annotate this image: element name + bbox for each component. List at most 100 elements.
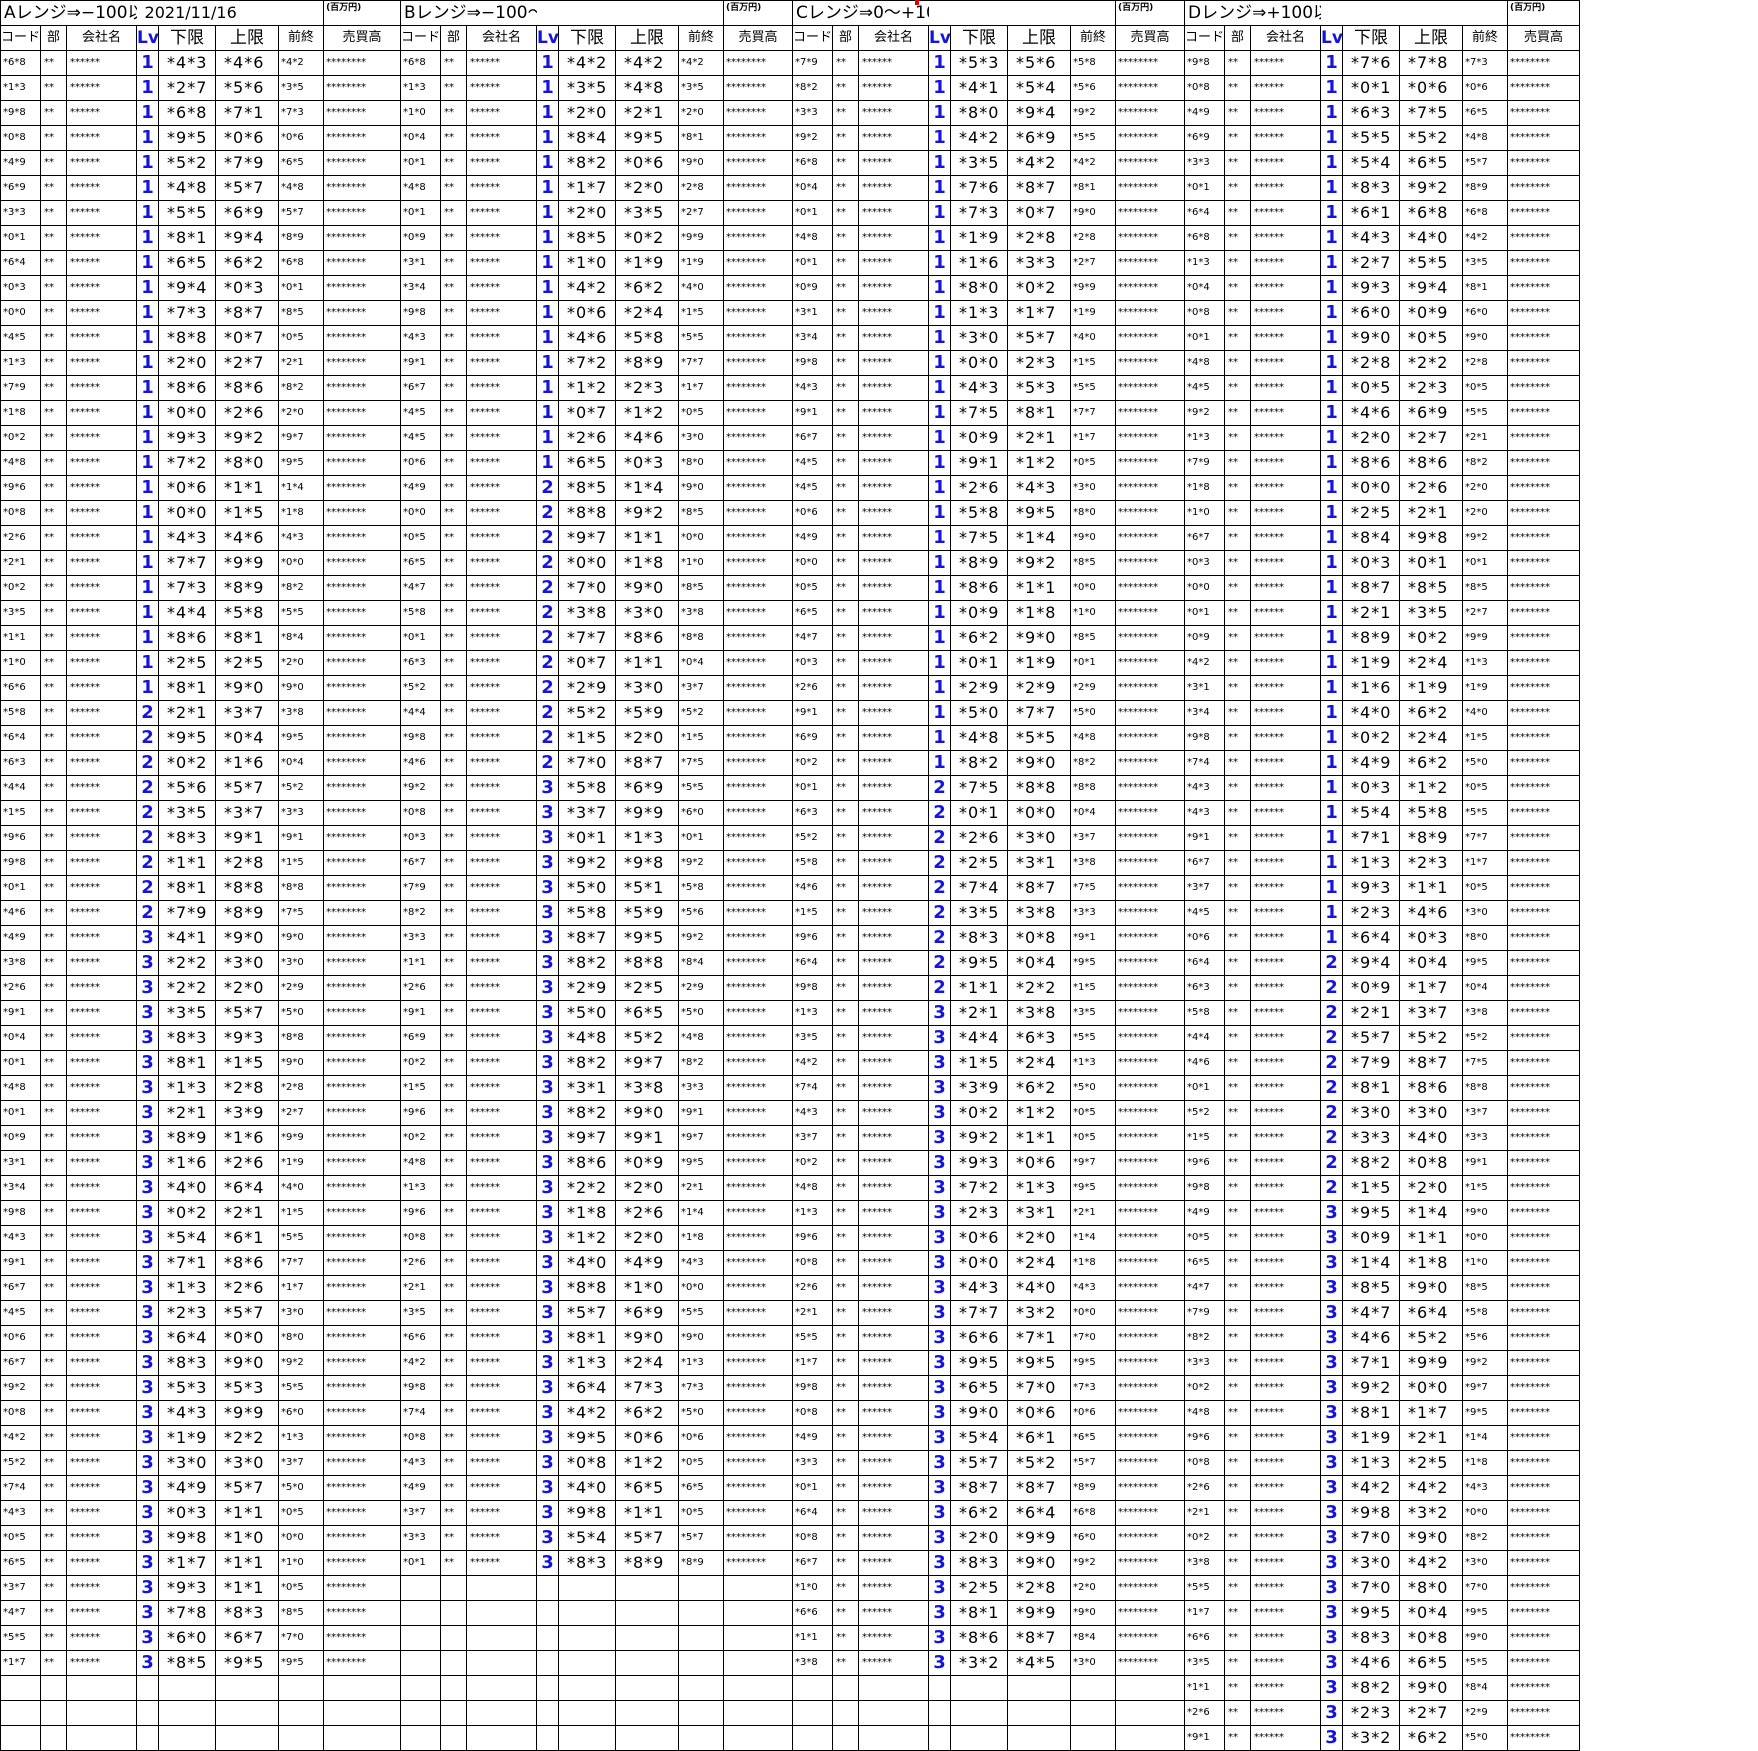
cell-prev: *9*5	[1070, 1175, 1117, 1201]
cell-lv: 1	[928, 575, 952, 601]
cell-lv: 2	[536, 600, 559, 626]
cell-sales	[1115, 1675, 1186, 1701]
table-row: *0*3 ** ****** 3 *0*1 *1*3 *0*1 ********	[400, 825, 793, 851]
cell-sales: ********	[323, 125, 402, 151]
cell-bu: **	[832, 125, 859, 151]
cell-lower: *3*5	[158, 1000, 217, 1026]
cell-sales: ********	[1115, 1500, 1186, 1526]
cell-prev: *2*0	[278, 650, 325, 676]
cell-upper: *9*5	[615, 925, 679, 951]
cell-lower: *1*3	[1342, 850, 1401, 876]
cell-lv: 1	[1320, 550, 1344, 576]
cell-lower: *2*9	[558, 975, 616, 1001]
cell-upper: *1*9	[1399, 675, 1464, 701]
cell-sales: ********	[323, 300, 402, 326]
cell-name: ******	[857, 1450, 930, 1476]
cell-code: *0*9	[400, 225, 441, 251]
cell-upper: *1*8	[615, 550, 679, 576]
cell-code: *4*8	[400, 1150, 441, 1176]
cell-sales: ********	[323, 800, 402, 826]
table-row: *9*8 ** ****** 1 *6*8 *7*1 *7*3 ********	[0, 100, 402, 126]
cell-prev: *6*8	[1070, 1500, 1117, 1526]
cell-upper: *0*4	[1007, 950, 1072, 976]
cell-sales	[723, 1725, 793, 1751]
table-row: *3*1 ** ****** 1 *1*0 *1*9 *1*9 ********	[400, 250, 793, 276]
cell-prev: *6*8	[278, 250, 325, 276]
cell-bu: **	[40, 300, 67, 326]
cell-sales: ********	[1115, 425, 1186, 451]
cell-code: *4*9	[1184, 1200, 1225, 1226]
cell-lower: *5*8	[558, 775, 616, 801]
cell-lv: 3	[928, 1350, 952, 1376]
cell-prev: *5*5	[1070, 375, 1117, 401]
cell-upper: *0*6	[1007, 1400, 1072, 1426]
cell-bu: **	[1224, 1675, 1251, 1701]
cell-code: *0*1	[1184, 600, 1225, 626]
cell-upper: *2*7	[215, 350, 280, 376]
cell-prev: *3*3	[1070, 900, 1117, 926]
cell-sales: ********	[723, 1275, 793, 1301]
cell-lv: 3	[928, 1625, 952, 1651]
cell-lv: 1	[1320, 775, 1344, 801]
empty-row	[792, 1675, 1186, 1701]
table-row: *0*1 ** ****** 2 *7*5 *8*8 *8*8 ********	[792, 775, 1186, 801]
cell-upper: *9*0	[215, 1350, 280, 1376]
cell-bu: **	[1224, 200, 1251, 226]
cell-prev: *5*0	[678, 1400, 724, 1426]
cell-code: *0*1	[400, 1550, 441, 1576]
cell-sales: ********	[1507, 250, 1581, 276]
cell-sales: ********	[1507, 1100, 1581, 1126]
cell-lv: 2	[136, 725, 160, 751]
cell-code: *4*5	[1184, 900, 1225, 926]
cell-code: *0*9	[1184, 625, 1225, 651]
cell-bu	[440, 1700, 467, 1726]
cell-lower: *8*0	[950, 100, 1009, 126]
cell-lower: *8*3	[1342, 1625, 1401, 1651]
cell-name: ******	[857, 1125, 930, 1151]
cell-code: *5*8	[0, 700, 41, 726]
table-row: *0*4 ** ****** 1 *8*4 *9*5 *8*1 ********	[400, 125, 793, 151]
cell-name: ******	[466, 1550, 537, 1576]
cell-bu: **	[832, 1200, 859, 1226]
cell-name: ******	[1249, 375, 1322, 401]
cell-lv: 3	[928, 1525, 952, 1551]
cell-sales: ********	[723, 800, 793, 826]
table-row: *6*3 ** ****** 2 *0*7 *1*1 *0*4 ********	[400, 650, 793, 676]
cell-lower: *6*2	[950, 1500, 1009, 1526]
cell-code: *1*7	[0, 1650, 41, 1676]
table-row: *9*8 ** ****** 1 *0*2 *2*4 *1*5 ********	[1184, 725, 1581, 751]
cell-lower: *4*1	[158, 925, 217, 951]
cell-code: *0*1	[792, 200, 833, 226]
cell-lv: 1	[1320, 525, 1344, 551]
cell-code: *6*6	[1184, 1625, 1225, 1651]
cell-code: *0*4	[792, 175, 833, 201]
cell-lv: 1	[136, 150, 160, 176]
cell-sales: ********	[723, 650, 793, 676]
cell-upper: *2*9	[1007, 675, 1072, 701]
cell-lv: 3	[136, 925, 160, 951]
cell-bu: **	[832, 75, 859, 101]
cell-bu: **	[1224, 1100, 1251, 1126]
cell-name: ******	[65, 1600, 138, 1626]
cell-name: ******	[65, 1500, 138, 1526]
cell-upper: *5*2	[1399, 1025, 1464, 1051]
cell-lower: *3*5	[950, 900, 1009, 926]
table-row: *0*0 ** ****** 1 *8*9 *9*2 *8*5 ********	[792, 550, 1186, 576]
cell-upper: *0*7	[1007, 200, 1072, 226]
cell-upper: *8*0	[215, 450, 280, 476]
cell-name: ******	[857, 975, 930, 1001]
cell-sales: ********	[1115, 575, 1186, 601]
table-row: *6*7 ** ****** 3 *8*3 *9*0 *9*2 ********	[792, 1550, 1186, 1576]
table-row: *9*8 ** ****** 2 *1*5 *2*0 *1*5 ********	[400, 725, 793, 751]
table-row: *0*0 ** ****** 2 *8*8 *9*2 *8*5 ********	[400, 500, 793, 526]
cell-code: *6*7	[400, 850, 441, 876]
cell-upper: *1*0	[215, 1525, 280, 1551]
cell-lower: *3*0	[950, 325, 1009, 351]
cell-sales: ********	[723, 325, 793, 351]
cell-lower: *1*6	[950, 250, 1009, 276]
cell-code: *9*1	[1184, 825, 1225, 851]
cell-prev	[678, 1700, 724, 1726]
cell-code: *0*8	[0, 1400, 41, 1426]
cell-prev: *3*7	[278, 1450, 325, 1476]
table-row: *1*3 ** ****** 1 *2*0 *2*7 *2*1 ********	[0, 350, 402, 376]
